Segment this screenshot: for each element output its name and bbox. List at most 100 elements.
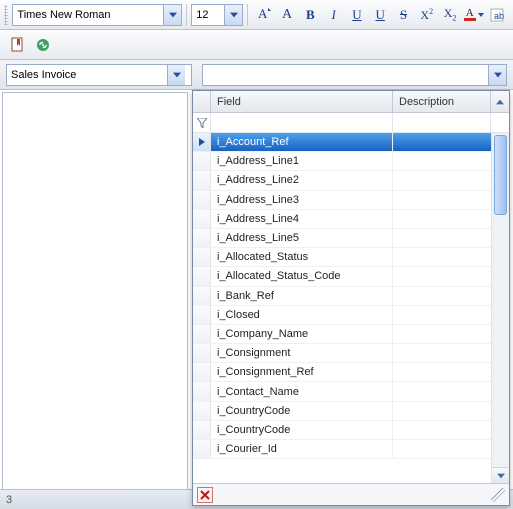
field-cell: i_Courier_Id: [211, 440, 393, 458]
description-cell: [393, 210, 491, 228]
font-family-dropdown-button[interactable]: [163, 5, 181, 25]
description-cell: [393, 325, 491, 343]
layout-dropdown-button[interactable]: [167, 65, 185, 85]
filter-field-cell[interactable]: [211, 113, 393, 132]
field-cell: i_Address_Line1: [211, 152, 393, 170]
table-row[interactable]: i_CountryCode: [193, 402, 491, 421]
superscript-button[interactable]: X2: [416, 4, 437, 26]
row-indicator: [193, 421, 211, 439]
table-row[interactable]: i_Address_Line1: [193, 152, 491, 171]
field-dropdown-button[interactable]: [488, 65, 506, 85]
close-icon: [200, 490, 210, 500]
table-row[interactable]: i_Consignment: [193, 344, 491, 363]
filter-indicator[interactable]: [193, 113, 211, 132]
grid-body: i_Account_Refi_Address_Line1i_Address_Li…: [193, 133, 509, 483]
font-family-combo[interactable]: [12, 4, 182, 26]
table-row[interactable]: i_CountryCode: [193, 421, 491, 440]
row-indicator: [193, 152, 211, 170]
double-underline-button[interactable]: U: [370, 4, 391, 26]
table-row[interactable]: i_Contact_Name: [193, 382, 491, 401]
filter-desc-cell[interactable]: [393, 113, 491, 132]
row-indicator: [193, 210, 211, 228]
font-dialog-button[interactable]: A: [253, 4, 274, 26]
resize-grip[interactable]: [491, 488, 505, 502]
hyperlink-button[interactable]: [31, 34, 55, 56]
description-cell: [393, 248, 491, 266]
table-row[interactable]: i_Allocated_Status_Code: [193, 267, 491, 286]
row-indicator: [193, 248, 211, 266]
filter-icon: [197, 118, 207, 128]
table-row[interactable]: i_Company_Name: [193, 325, 491, 344]
field-cell: i_CountryCode: [211, 421, 393, 439]
chevron-down-icon: [169, 12, 177, 18]
column-header-description[interactable]: Description: [393, 91, 491, 112]
highlight-button[interactable]: ab: [487, 4, 508, 26]
selector-bar: [0, 60, 513, 90]
scroll-down-button[interactable]: [492, 467, 509, 483]
table-row[interactable]: i_Address_Line3: [193, 191, 491, 210]
font-size-combo[interactable]: [191, 4, 243, 26]
underline-button[interactable]: U: [346, 4, 367, 26]
table-row[interactable]: i_Account_Ref: [193, 133, 491, 152]
subscript-button[interactable]: X2: [439, 4, 460, 26]
table-row[interactable]: i_Bank_Ref: [193, 287, 491, 306]
field-combo[interactable]: [202, 64, 507, 86]
bold-button[interactable]: B: [300, 4, 321, 26]
field-cell: i_Allocated_Status: [211, 248, 393, 266]
font-family-input[interactable]: [13, 5, 163, 25]
table-row[interactable]: i_Allocated_Status: [193, 248, 491, 267]
field-cell: i_CountryCode: [211, 402, 393, 420]
table-row[interactable]: i_Consignment_Ref: [193, 363, 491, 382]
field-cell: i_Company_Name: [211, 325, 393, 343]
description-cell: [393, 229, 491, 247]
font-size-dropdown-button[interactable]: [224, 5, 242, 25]
vertical-scrollbar[interactable]: [491, 133, 509, 483]
description-cell: [393, 267, 491, 285]
font-color-button[interactable]: A: [463, 4, 485, 26]
chevron-up-icon: [496, 99, 504, 105]
field-cell: i_Account_Ref: [211, 133, 393, 151]
layout-input[interactable]: [7, 65, 167, 85]
field-picker-popup: Field Description i_Account_Refi_Address…: [192, 90, 510, 506]
row-indicator: [193, 287, 211, 305]
description-cell: [393, 363, 491, 381]
subscript-icon: X2: [444, 6, 457, 22]
description-cell: [393, 402, 491, 420]
close-button[interactable]: [197, 487, 213, 503]
row-indicator: [193, 267, 211, 285]
chevron-down-icon: [478, 13, 484, 17]
toolbar-grip[interactable]: [4, 5, 8, 25]
layout-combo[interactable]: [6, 64, 192, 86]
table-row[interactable]: i_Closed: [193, 306, 491, 325]
field-input[interactable]: [203, 65, 488, 85]
column-header-field[interactable]: Field: [211, 91, 393, 112]
formatting-toolbar: A A B I U U S X2 X2 A: [0, 0, 513, 30]
underline-icon: U: [352, 7, 361, 23]
status-text: 3: [6, 494, 12, 506]
table-row[interactable]: i_Address_Line4: [193, 210, 491, 229]
scroll-up-button[interactable]: [491, 91, 509, 112]
description-cell: [393, 306, 491, 324]
chevron-down-icon: [173, 72, 181, 78]
table-row[interactable]: i_Courier_Id: [193, 440, 491, 459]
row-indicator: [193, 306, 211, 324]
table-row[interactable]: i_Address_Line5: [193, 229, 491, 248]
grow-font-icon: A: [282, 7, 292, 23]
separator: [186, 4, 187, 26]
bookmark-icon: [10, 37, 24, 53]
bookmark-button[interactable]: [5, 34, 29, 56]
font-size-input[interactable]: [192, 5, 224, 25]
description-cell: [393, 152, 491, 170]
row-indicator: [193, 171, 211, 189]
chevron-down-icon: [230, 12, 238, 18]
description-cell: [393, 287, 491, 305]
scrollbar-thumb[interactable]: [494, 135, 507, 215]
grow-font-button[interactable]: A: [276, 4, 297, 26]
field-cell: i_Bank_Ref: [211, 287, 393, 305]
svg-text:A: A: [258, 6, 268, 20]
table-row[interactable]: i_Address_Line2: [193, 171, 491, 190]
design-canvas[interactable]: [2, 92, 188, 507]
row-indicator: [193, 229, 211, 247]
strikethrough-button[interactable]: S: [393, 4, 414, 26]
italic-button[interactable]: I: [323, 4, 344, 26]
